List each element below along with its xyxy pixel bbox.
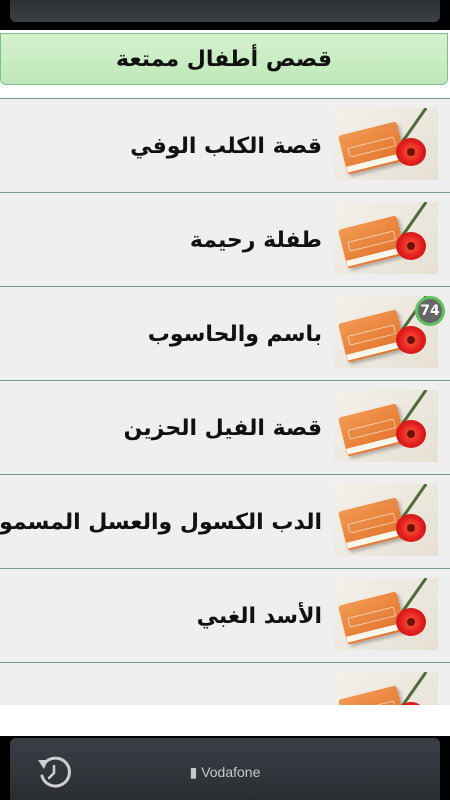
carrier-label: ▮ Vodafone — [0, 764, 450, 781]
list-item[interactable]: الملك التعيس — [0, 662, 450, 705]
story-title: طفلة رحيمة — [189, 227, 322, 253]
carrier-name: Vodafone — [201, 764, 261, 780]
app-header: قصص أطفال ممتعة — [0, 33, 448, 85]
list-item[interactable]: طفلة رحيمة — [0, 192, 450, 286]
blank-area — [0, 705, 450, 736]
book-flower-thumbnail — [334, 484, 438, 556]
book-flower-thumbnail — [334, 202, 438, 274]
story-title: باسم والحاسوب — [147, 321, 322, 347]
book-flower-thumbnail — [334, 578, 438, 650]
story-title: قصة الكلب الوفي — [130, 133, 322, 159]
status-bar — [0, 0, 450, 30]
notification-badge[interactable]: 74 — [415, 296, 445, 326]
story-title: قصة الفيل الحزين — [123, 415, 322, 441]
page-title: قصص أطفال ممتعة — [116, 46, 332, 72]
story-list[interactable]: قصة الكلب الوفي طفلة رحيمة باسم والحاسوب… — [0, 98, 450, 705]
list-item[interactable]: باسم والحاسوب — [0, 286, 450, 380]
book-flower-thumbnail — [334, 390, 438, 462]
list-item[interactable]: قصة الفيل الحزين — [0, 380, 450, 474]
navigation-bar: ▮ Vodafone — [0, 736, 450, 800]
status-bar-strip — [10, 0, 440, 22]
list-item[interactable]: قصة الكلب الوفي — [0, 98, 450, 192]
story-title: الملك التعيس — [177, 669, 322, 706]
story-title: الدب الكسول والعسل المسموم — [0, 509, 322, 535]
list-item[interactable]: الدب الكسول والعسل المسموم — [0, 474, 450, 568]
book-flower-thumbnail — [334, 672, 438, 705]
sim-card-icon: ▮ — [189, 764, 202, 780]
book-flower-thumbnail — [334, 108, 438, 180]
list-item[interactable]: الأسد الغبي — [0, 568, 450, 662]
story-title: الأسد الغبي — [196, 603, 322, 629]
